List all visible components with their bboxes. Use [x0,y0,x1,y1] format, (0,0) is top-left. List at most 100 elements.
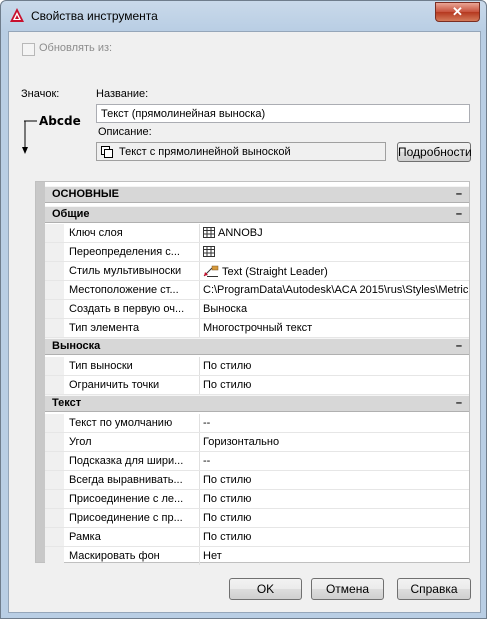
row-indent [45,357,64,375]
row-indent [45,281,64,299]
section-title: Общие [52,208,90,220]
leader-style-icon [203,265,219,277]
property-row[interactable]: Стиль мультивыноски Text (Straight Leade… [45,262,469,281]
section-title: Текст [52,397,82,409]
main-category-title: ОСНОВНЫЕ [52,188,119,200]
description-icon [101,146,113,158]
row-indent [45,452,64,470]
column-separator [199,452,200,470]
property-value-text: ANNOBJ [218,227,263,239]
section-title: Выноска [52,340,101,352]
property-value[interactable]: -- [203,455,469,467]
property-row[interactable]: Рамка По стилю [45,528,469,547]
property-value[interactable]: По стилю [203,493,469,505]
column-separator [199,281,200,299]
column-separator [199,471,200,489]
column-separator [199,433,200,451]
column-separator [199,547,200,565]
property-name: Тип элемента [69,322,140,334]
dialog-client-area: Обновлять из: Значок: Название: Текст (п… [8,31,481,613]
property-row[interactable]: Ограничить точки По стилю [45,376,469,395]
section-header-leader[interactable]: Выноска – [45,338,469,355]
property-value[interactable]: По стилю [203,360,469,372]
row-indent [45,414,64,432]
property-value[interactable]: По стилю [203,379,469,391]
property-value[interactable]: По стилю [203,531,469,543]
property-row[interactable]: Создать в первую оч... Выноска [45,300,469,319]
details-button[interactable]: Подробности [397,142,472,162]
collapse-section-button[interactable]: – [456,207,462,222]
column-separator [199,262,200,280]
property-value[interactable]: Text (Straight Leader) [203,265,469,278]
collapse-section-button[interactable]: – [456,339,462,354]
property-row[interactable]: Текст по умолчанию -- [45,414,469,433]
row-indent [45,224,64,242]
property-row[interactable]: Угол Горизонтально [45,433,469,452]
column-separator [199,243,200,261]
property-name: Тип выноски [69,360,133,372]
property-row[interactable]: Присоединение с пр... По стилю [45,509,469,528]
property-value[interactable]: ANNOBJ [203,227,469,239]
column-separator [199,509,200,527]
ok-button[interactable]: OK [229,578,302,600]
row-indent [45,376,64,394]
row-indent [45,547,64,565]
description-text: Текст с прямолинейной выноской [119,146,291,158]
title-bar[interactable]: Свойства инструмента ✕ [1,1,486,31]
property-row[interactable]: Подсказка для шири... -- [45,452,469,471]
row-indent [45,262,64,280]
update-from-label: Обновлять из: [39,42,113,54]
column-separator [199,528,200,546]
section-header-text[interactable]: Текст – [45,395,469,412]
description-field[interactable]: Текст с прямолинейной выноской [96,142,386,161]
main-category-header[interactable]: ОСНОВНЫЕ – [45,186,469,203]
collapse-section-button[interactable]: – [456,396,462,411]
property-name: Рамка [69,531,101,543]
column-separator [199,376,200,394]
row-indent [45,433,64,451]
property-value[interactable]: -- [203,417,469,429]
row-indent [45,509,64,527]
cancel-button[interactable]: Отмена [311,578,384,600]
column-separator [199,357,200,375]
property-row[interactable]: Ключ слоя ANNOBJ [45,224,469,243]
property-row[interactable]: Местоположение ст... C:\ProgramData\Auto… [45,281,469,300]
row-indent [45,319,64,337]
row-indent [45,490,64,508]
property-row[interactable]: Маскировать фон Нет [45,547,469,566]
help-button[interactable]: Справка [397,578,471,600]
grid-left-gutter [36,182,45,562]
row-indent [45,528,64,546]
close-button[interactable]: ✕ [435,2,480,22]
property-value[interactable]: C:\ProgramData\Autodesk\ACA 2015\rus\Sty… [203,284,469,296]
property-name: Угол [69,436,92,448]
collapse-main-button[interactable]: – [456,187,462,202]
property-name: Подсказка для шири... [69,455,184,467]
property-row[interactable]: Тип элемента Многострочный текст [45,319,469,338]
dialog-window: Свойства инструмента ✕ Обновлять из: Зна… [0,0,487,619]
table-icon[interactable] [203,246,215,257]
property-row[interactable]: Всегда выравнивать... По стилю [45,471,469,490]
column-separator [199,300,200,318]
property-value[interactable]: По стилю [203,474,469,486]
property-value[interactable]: Горизонтально [203,436,469,448]
property-row[interactable]: Переопределения с... [45,243,469,262]
section-header-general[interactable]: Общие – [45,206,469,223]
property-value[interactable]: Нет [203,550,469,562]
description-label: Описание: [98,126,152,138]
property-name: Присоединение с пр... [69,512,183,524]
property-value[interactable] [203,246,469,258]
property-value[interactable]: Выноска [203,303,469,315]
property-value[interactable]: По стилю [203,512,469,524]
property-value[interactable]: Многострочный текст [203,322,469,334]
property-row[interactable]: Присоединение с ле... По стилю [45,490,469,509]
preview-text: Abcde [39,114,81,128]
property-row[interactable]: Тип выноски По стилю [45,357,469,376]
property-name: Маскировать фон [69,550,160,562]
update-from-checkbox[interactable] [22,43,35,56]
property-name: Переопределения с... [69,246,180,258]
column-separator [199,319,200,337]
property-name: Местоположение ст... [69,284,179,296]
name-input[interactable]: Текст (прямолинейная выноска) [96,104,470,123]
autocad-app-icon [10,8,24,22]
